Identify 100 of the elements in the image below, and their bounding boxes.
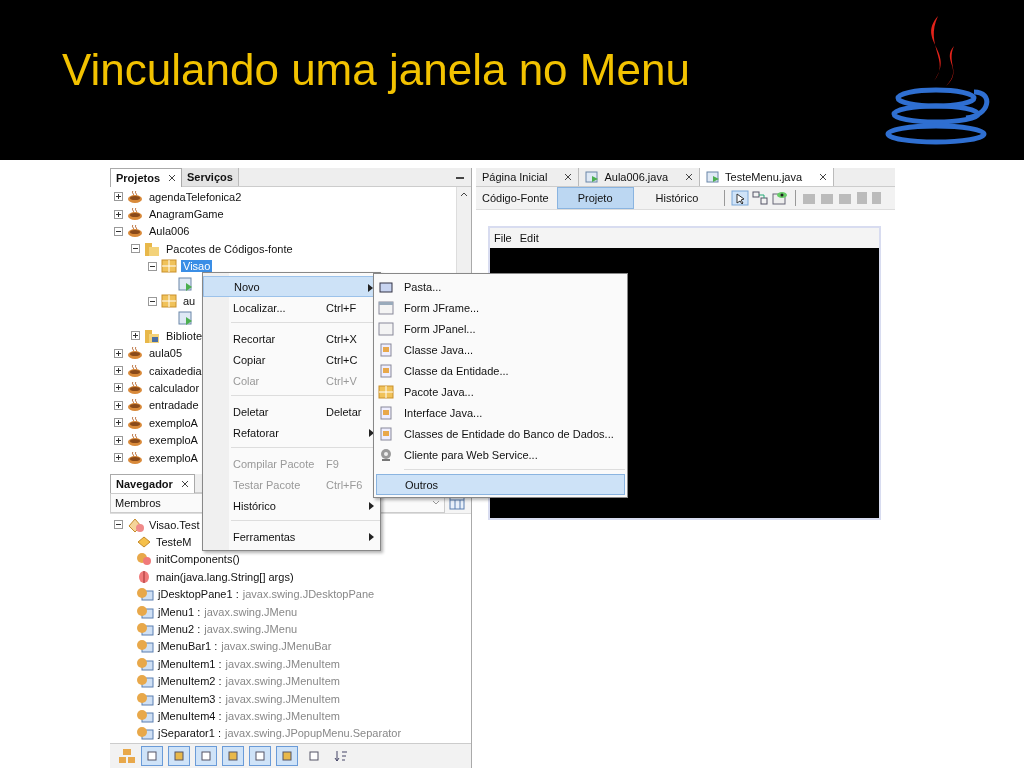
view-tab[interactable]: Histórico [635,187,719,209]
tree-item[interactable]: exemploA [147,416,200,429]
sort-icon [334,750,348,762]
expander-icon[interactable] [114,418,123,428]
member-item[interactable]: jMenuItem2 : javax.swing.JMenuItem [158,675,340,688]
tree-item[interactable]: Pacotes de Códigos-fonte [164,242,295,255]
tree-item[interactable]: caixadedia [147,364,204,377]
view-tab[interactable]: Código-Fonte [476,187,555,209]
expander-icon[interactable] [131,331,140,341]
class-file-icon [380,405,392,420]
tree-item[interactable]: exemploA [147,434,200,447]
menu-item[interactable]: Pacote Java... [376,381,625,402]
member-item[interactable]: jMenuItem3 : javax.swing.JMenuItem [158,692,340,705]
menu-item[interactable]: Classe da Entidade... [376,360,625,381]
member-item[interactable]: initComponents() [156,553,240,566]
filter-toggle[interactable] [222,746,244,766]
class-icon [127,516,145,533]
connection-mode-icon[interactable] [751,190,770,206]
member-item[interactable]: jSeparator1 : javax.swing.JPopupMenu.Separator [158,727,402,740]
menu-item[interactable]: Ferramentas [203,526,380,547]
member-item[interactable]: jMenuItem4 : javax.swing.JMenuItem [158,710,340,722]
editor-tab[interactable]: Página Inicial [476,168,580,186]
filter-toggle[interactable] [276,746,298,766]
member-item[interactable]: TesteM [156,536,192,549]
coffee-cup-icon [127,381,143,395]
globe-icon [379,447,393,462]
filter-toggle[interactable] [249,746,271,766]
expander-icon[interactable] [114,400,123,410]
tree-item[interactable]: calculador [147,382,202,394]
expander-icon[interactable] [114,209,123,219]
member-item[interactable]: jMenuItem1 : javax.swing.JMenuItem [158,657,340,670]
panel-tab[interactable]: Navegador [110,473,195,493]
member-item[interactable]: main(java.lang.String[] args) [156,570,294,583]
tree-item[interactable]: au [181,295,198,308]
square-icon [307,750,321,762]
menu-item[interactable]: Form JPanel... [376,318,625,339]
expander-icon[interactable] [114,383,123,393]
tree-item[interactable]: exemploA [147,451,200,464]
folder-icon [144,327,160,344]
field-icon [136,691,154,706]
close-icon[interactable] [180,479,189,488]
tree-item[interactable]: Bibliote [164,329,205,342]
panel-tab[interactable]: Serviços [182,168,239,186]
close-icon[interactable] [819,173,828,181]
class-name[interactable]: Visao.Test [149,518,200,531]
coffee-cup-icon [127,398,143,413]
class-file-icon [380,426,392,441]
filter-toggle[interactable] [168,746,190,766]
view-tab[interactable]: Projeto [556,187,634,209]
expander-icon[interactable] [148,296,157,306]
menu-item[interactable]: Cliente para Web Service... [376,444,625,465]
menu-item[interactable]: Outros [376,474,625,495]
tree-item[interactable]: AnagramGame [147,208,226,221]
diamond-icon [136,535,152,550]
tree-item[interactable]: Aula006 [147,225,192,238]
form-menu-item[interactable]: Edit [519,232,539,244]
expander-icon[interactable] [114,226,123,236]
member-item[interactable]: jMenuBar1 : javax.swing.JMenuBar [158,640,332,653]
form-file-icon [178,276,194,291]
field-icon [136,587,154,602]
form-menu-item[interactable]: File [494,232,512,244]
class-file-icon [380,342,392,357]
expander-icon[interactable] [114,192,123,202]
menu-item[interactable]: Classe Java... [376,339,625,360]
tree-item[interactable]: aula05 [147,347,185,360]
menu-item[interactable]: Interface Java... [376,402,625,423]
field-icon [136,674,154,689]
selection-mode-icon[interactable] [731,190,750,206]
tree-item[interactable]: agendaTelefonica2 [147,190,244,203]
close-icon[interactable] [168,173,176,182]
menu-item[interactable]: Classes de Entidade do Banco de Dados... [376,423,625,444]
menu-item[interactable]: Form JFrame... [376,297,625,318]
submenu-arrow-icon [368,284,373,292]
expander-icon[interactable] [114,366,123,376]
panel-tab[interactable]: Projetos [110,167,182,187]
expander-icon[interactable] [114,435,123,445]
member-item[interactable]: jMenu1 : javax.swing.JMenu [158,605,298,618]
expander-icon[interactable] [114,520,123,530]
filter-toggle[interactable] [195,746,217,766]
submenu-arrow-icon [369,429,374,437]
tree-item[interactable]: entradade [147,399,201,412]
close-icon[interactable] [685,173,694,181]
panel-icon [378,321,394,336]
expander-icon[interactable] [148,261,157,271]
preview-icon[interactable] [771,190,790,206]
expander-icon[interactable] [114,348,123,358]
field-icon [136,656,154,671]
coffee-cup-icon [127,363,143,378]
close-icon[interactable] [564,173,573,181]
member-item[interactable]: jMenu2 : javax.swing.JMenu [158,623,298,636]
scroll-up-icon[interactable] [460,191,468,197]
slide-title: Vinculando uma janela no Menu [62,45,690,95]
method-icon [136,552,152,567]
expander-icon[interactable] [131,244,140,254]
editor-tab[interactable]: Aula006.java [579,168,701,186]
expander-icon[interactable] [114,453,123,463]
member-item[interactable]: jDesktopPane1 : javax.swing.JDesktopPane [158,588,375,601]
editor-tab[interactable]: TesteMenu.java [700,168,835,186]
menu-item[interactable]: Histórico [203,495,380,516]
filter-toggle[interactable] [141,746,163,766]
